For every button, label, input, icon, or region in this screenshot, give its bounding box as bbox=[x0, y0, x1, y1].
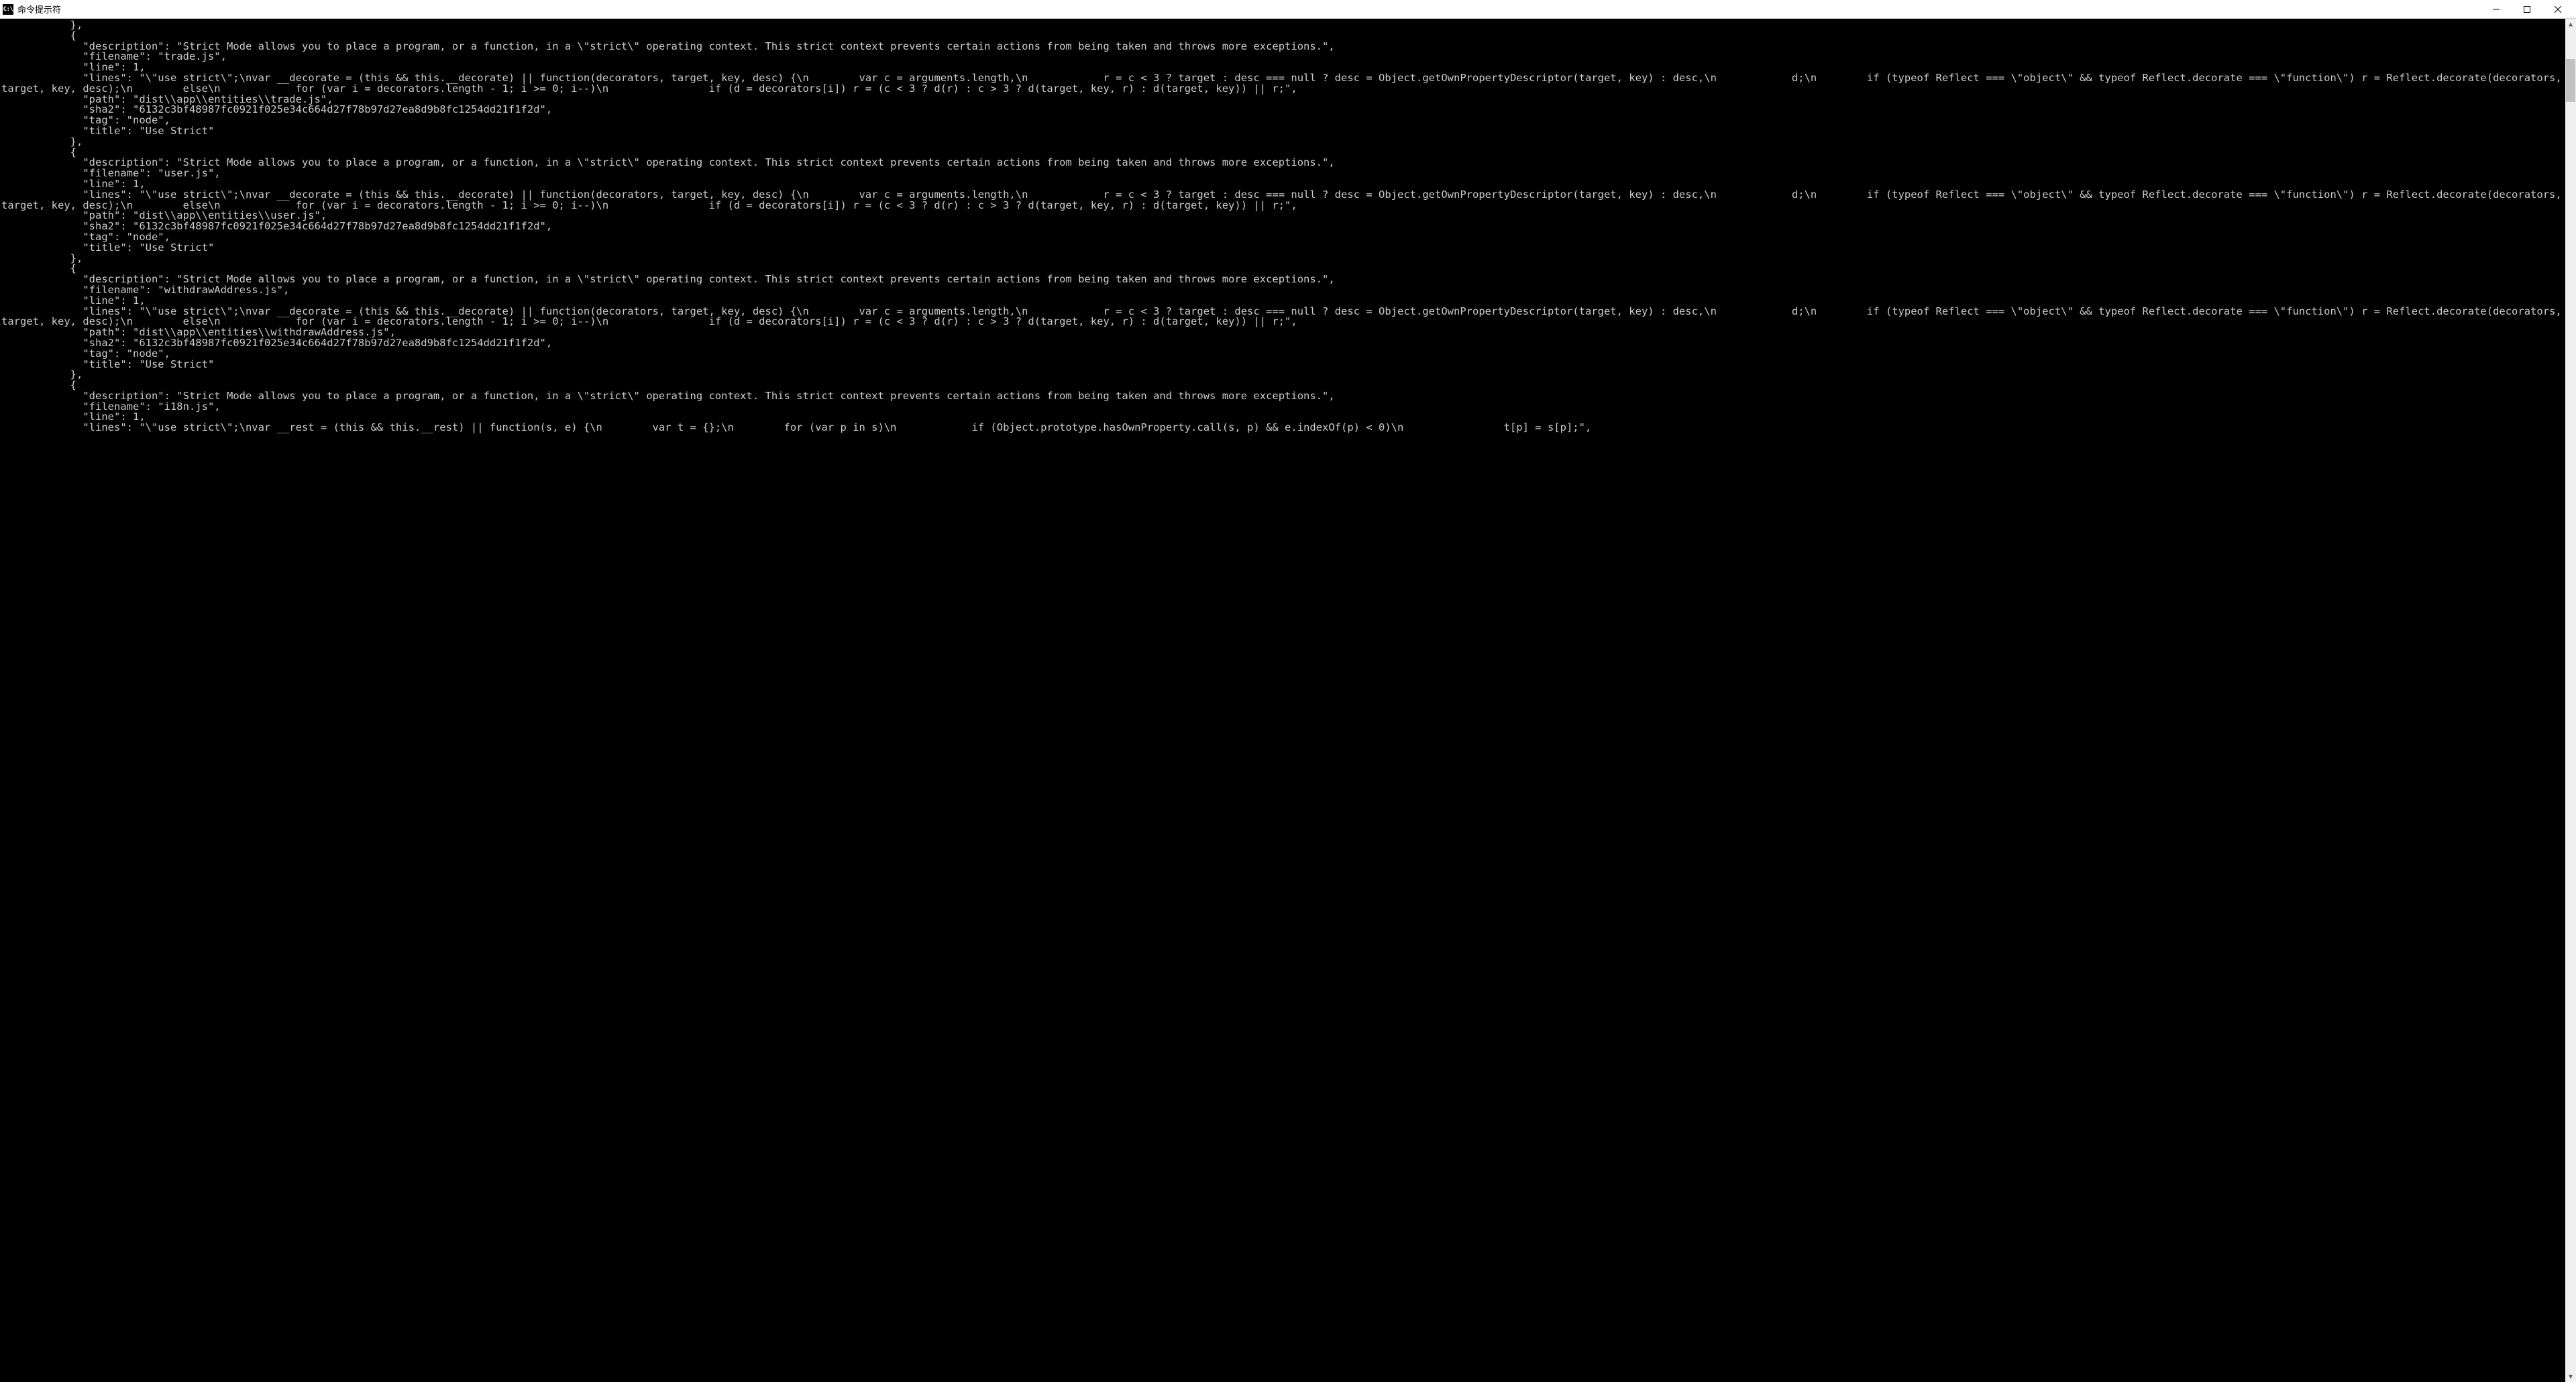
minimize-icon bbox=[2492, 5, 2500, 13]
scrollbar-track[interactable] bbox=[2565, 30, 2576, 1371]
maximize-icon bbox=[2523, 5, 2531, 13]
scrollbar-thumb[interactable] bbox=[2566, 59, 2575, 102]
scroll-up-button[interactable]: ▲ bbox=[2565, 19, 2576, 30]
terminal-output[interactable]: }, { "description": "Strict Mode allows … bbox=[0, 19, 2565, 1382]
close-button[interactable] bbox=[2542, 0, 2573, 19]
window-controls bbox=[2481, 0, 2573, 19]
window-title: 命令提示符 bbox=[17, 3, 61, 15]
minimize-button[interactable] bbox=[2481, 0, 2512, 19]
vertical-scrollbar[interactable]: ▲ ▼ bbox=[2565, 19, 2576, 1382]
maximize-button[interactable] bbox=[2512, 0, 2542, 19]
terminal-area: }, { "description": "Strict Mode allows … bbox=[0, 19, 2576, 1382]
chevron-up-icon: ▲ bbox=[2569, 21, 2573, 28]
scroll-down-button[interactable]: ▼ bbox=[2565, 1371, 2576, 1382]
close-icon bbox=[2554, 5, 2562, 13]
app-icon: C:\ bbox=[3, 4, 13, 15]
chevron-down-icon: ▼ bbox=[2569, 1373, 2573, 1381]
titlebar[interactable]: C:\ 命令提示符 bbox=[0, 0, 2576, 19]
window-root: C:\ 命令提示符 }, { "description": "Strict Mo… bbox=[0, 0, 2576, 1382]
